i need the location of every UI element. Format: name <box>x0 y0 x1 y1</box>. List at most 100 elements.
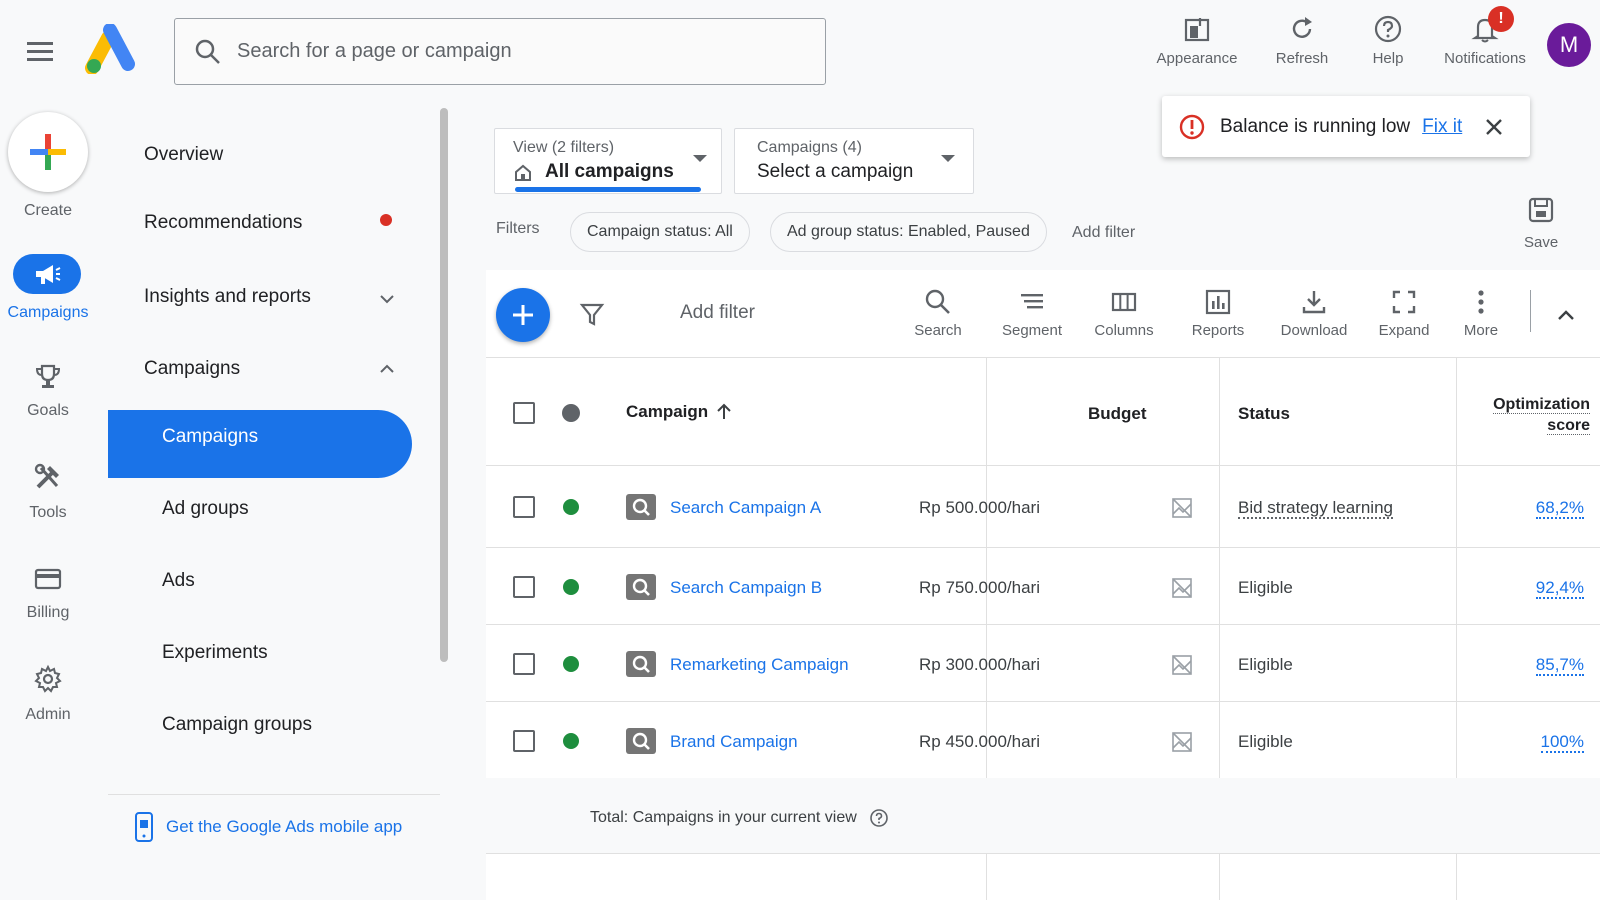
reports-icon <box>1205 289 1231 315</box>
nav-overview[interactable]: Overview <box>144 144 223 166</box>
toolbar-columns-label: Columns <box>1094 322 1154 339</box>
row-checkbox[interactable] <box>513 653 535 675</box>
segment-icon <box>1021 294 1043 309</box>
help-icon <box>1374 15 1402 43</box>
nav-campaigns-group[interactable]: Campaigns <box>144 358 240 380</box>
nav-sub-campaigns[interactable]: Campaigns <box>162 426 258 448</box>
table-row[interactable]: Brand Campaign Rp 450.000/hari Eligible … <box>486 702 1600 778</box>
chevron-down-icon[interactable] <box>378 290 396 308</box>
rail-label-admin: Admin <box>25 706 71 723</box>
status-value[interactable]: Bid strategy learning <box>1238 498 1393 519</box>
nav-insights-and-reports[interactable]: Insights and reports <box>144 286 311 308</box>
nav-sub-experiments[interactable]: Experiments <box>162 642 268 664</box>
status-enabled-dot <box>563 579 579 595</box>
rail-item-admin[interactable] <box>0 664 96 694</box>
side-nav-scrollbar[interactable] <box>440 108 448 662</box>
view-selector[interactable]: View (2 filters) All campaigns <box>494 128 722 194</box>
table-row[interactable]: Search Campaign B Rp 750.000/hari Eligib… <box>486 548 1600 625</box>
chevron-up-icon[interactable] <box>378 360 396 378</box>
rail-item-goals[interactable] <box>0 362 96 392</box>
budget-value: Rp 750.000/hari <box>919 578 1040 597</box>
avatar[interactable]: M <box>1547 23 1591 67</box>
select-all-checkbox[interactable] <box>513 402 535 424</box>
view-selector-underline <box>515 187 701 192</box>
header-budget[interactable]: Budget <box>1088 404 1147 424</box>
campaign-selector-value: Select a campaign <box>757 161 914 182</box>
rail-item-billing[interactable] <box>0 564 96 594</box>
nav-campaigns-active[interactable] <box>108 410 412 478</box>
header-status[interactable]: Status <box>1238 404 1290 424</box>
toolbar-columns-button[interactable]: Columns <box>1090 288 1158 339</box>
table-row[interactable]: Remarketing Campaign Rp 300.000/hari Eli… <box>486 625 1600 702</box>
budget-chart-icon[interactable] <box>1170 576 1194 600</box>
campaign-name-link[interactable]: Brand Campaign <box>670 732 798 752</box>
toast-message: Balance is running low <box>1220 115 1411 137</box>
create-button[interactable] <box>8 112 88 192</box>
help-button[interactable]: Help <box>1358 14 1418 67</box>
rail-item-tools[interactable] <box>0 462 96 492</box>
toolbar-add-filter[interactable]: Add filter <box>680 302 755 324</box>
optimization-score-value: 100% <box>1540 732 1584 753</box>
toolbar-download-button[interactable]: Download <box>1272 288 1356 339</box>
appearance-button[interactable]: Appearance <box>1150 14 1244 67</box>
save-icon <box>1528 197 1554 223</box>
campaign-name-link[interactable]: Remarketing Campaign <box>670 655 849 675</box>
nav-sub-campaign-groups[interactable]: Campaign groups <box>162 714 312 736</box>
status-value: Eligible <box>1238 732 1293 751</box>
toolbar-segment-button[interactable]: Segment <box>994 288 1070 339</box>
toolbar-search-button[interactable]: Search <box>906 288 970 339</box>
refresh-button[interactable]: Refresh <box>1262 14 1342 67</box>
toolbar-reports-button[interactable]: Reports <box>1186 288 1250 339</box>
notifications-button[interactable]: ! Notifications <box>1430 6 1540 67</box>
status-enabled-dot <box>563 499 579 515</box>
fix-it-link[interactable]: Fix it <box>1422 116 1462 138</box>
row-checkbox[interactable] <box>513 496 535 518</box>
filter-chip-campaign-status[interactable]: Campaign status: All <box>570 212 750 252</box>
search-input[interactable] <box>237 40 797 63</box>
close-icon[interactable] <box>1482 115 1506 139</box>
search-bar[interactable] <box>174 18 826 85</box>
row-checkbox[interactable] <box>513 576 535 598</box>
budget-value: Rp 300.000/hari <box>919 655 1040 674</box>
save-button[interactable]: Save <box>1524 196 1558 251</box>
nav-recommendations[interactable]: Recommendations <box>144 212 302 234</box>
budget-chart-icon[interactable] <box>1170 730 1194 754</box>
toolbar-expand-button[interactable]: Expand <box>1374 288 1434 339</box>
header-optimization-score[interactable]: Optimization score <box>1454 394 1590 436</box>
optimization-score-link[interactable]: 100% <box>1504 732 1584 753</box>
header-campaign[interactable]: Campaign <box>626 402 708 422</box>
search-icon <box>195 39 220 64</box>
rail-label-campaigns[interactable]: Campaigns <box>0 304 96 322</box>
mobile-app-link[interactable]: Get the Google Ads mobile app <box>134 812 402 842</box>
campaign-selector[interactable]: Campaigns (4) Select a campaign <box>734 128 974 194</box>
credit-card-icon <box>34 568 62 590</box>
help-icon[interactable] <box>869 808 889 828</box>
campaign-name-link[interactable]: Search Campaign B <box>670 578 822 598</box>
campaigns-rail-button[interactable] <box>13 254 81 294</box>
notification-badge: ! <box>1488 6 1514 32</box>
filter-icon[interactable] <box>578 300 606 328</box>
table-row[interactable]: Search Campaign A Rp 500.000/hari Bid st… <box>486 466 1600 548</box>
nav-sub-ads[interactable]: Ads <box>162 570 195 592</box>
optimization-score-link[interactable]: 68,2% <box>1504 498 1584 519</box>
add-campaign-button[interactable] <box>496 288 550 342</box>
optimization-score-link[interactable]: 92,4% <box>1504 578 1584 599</box>
hamburger-menu-icon[interactable] <box>22 33 58 69</box>
row-checkbox[interactable] <box>513 730 535 752</box>
campaign-name-link[interactable]: Search Campaign A <box>670 498 821 518</box>
budget-chart-icon[interactable] <box>1170 496 1194 520</box>
caret-down-icon <box>941 155 955 162</box>
chevron-up-icon[interactable] <box>1554 304 1578 328</box>
toolbar-divider <box>1530 290 1531 332</box>
toolbar-more-button[interactable]: More <box>1456 288 1506 339</box>
sort-ascending-icon[interactable] <box>714 402 734 422</box>
add-filter-link[interactable]: Add filter <box>1072 224 1135 242</box>
columns-icon <box>1111 292 1137 312</box>
google-ads-logo[interactable] <box>84 24 138 74</box>
mobile-app-label: Get the Google Ads mobile app <box>166 817 403 836</box>
top-bar: Appearance Refresh Help ! Notifications … <box>0 0 1600 100</box>
budget-chart-icon[interactable] <box>1170 653 1194 677</box>
optimization-score-link[interactable]: 85,7% <box>1504 655 1584 676</box>
nav-sub-ad-groups[interactable]: Ad groups <box>162 498 249 520</box>
filter-chip-ad-group-status[interactable]: Ad group status: Enabled, Paused <box>770 212 1047 252</box>
